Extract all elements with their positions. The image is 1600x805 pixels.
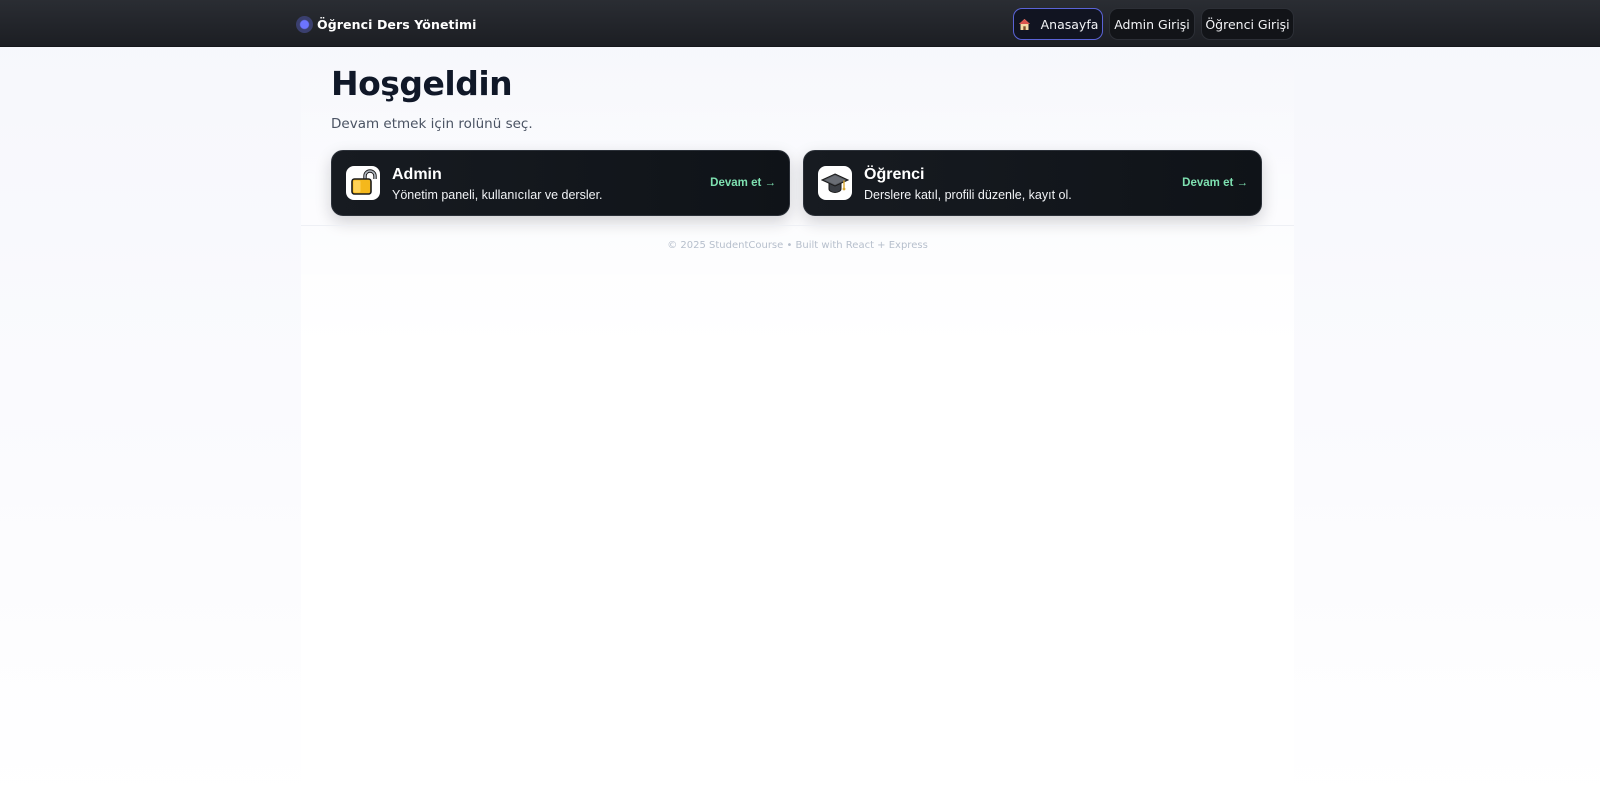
- footer-text: © 2025 StudentCourse • Built with React …: [667, 240, 928, 251]
- student-role-card[interactable]: Öğrenci Derslere katıl, profili düzenle,…: [803, 150, 1262, 216]
- brand-logo-icon: [296, 15, 313, 33]
- admin-card-description: Yönetim paneli, kullanıcılar ve dersler.: [392, 188, 603, 202]
- admin-card-title: Admin: [392, 166, 442, 183]
- student-card-description: Derslere katıl, profili düzenle, kayıt o…: [864, 188, 1072, 202]
- admin-card-continue-link[interactable]: Devam et →: [710, 177, 776, 189]
- home-icon: [1018, 18, 1031, 31]
- nav-admin-login-label: Admin Girişi: [1114, 16, 1190, 32]
- student-card-continue-link[interactable]: Devam et →: [1182, 177, 1248, 189]
- nav-home-button[interactable]: Anasayfa: [1013, 8, 1103, 40]
- nav-home-label: Anasayfa: [1040, 16, 1099, 32]
- nav-student-login-button[interactable]: Öğrenci Girişi: [1201, 8, 1294, 40]
- nav-admin-login-button[interactable]: Admin Girişi: [1109, 8, 1195, 40]
- graduation-cap-icon: [818, 166, 852, 200]
- brand-title: Öğrenci Ders Yönetimi: [317, 16, 477, 32]
- brand[interactable]: Öğrenci Ders Yönetimi: [296, 15, 477, 33]
- top-navbar: Öğrenci Ders Yönetimi Anasayfa Admin Gir…: [0, 0, 1600, 47]
- page-title: Hoşgeldin: [331, 64, 513, 103]
- admin-role-card[interactable]: Admin Yönetim paneli, kullanıcılar ve de…: [331, 150, 790, 216]
- student-card-title: Öğrenci: [864, 166, 925, 183]
- page-subtitle: Devam etmek için rolünü seç.: [331, 116, 533, 132]
- nav-student-login-label: Öğrenci Girişi: [1205, 16, 1290, 32]
- lock-icon: [346, 166, 380, 200]
- content-divider: [301, 225, 1294, 226]
